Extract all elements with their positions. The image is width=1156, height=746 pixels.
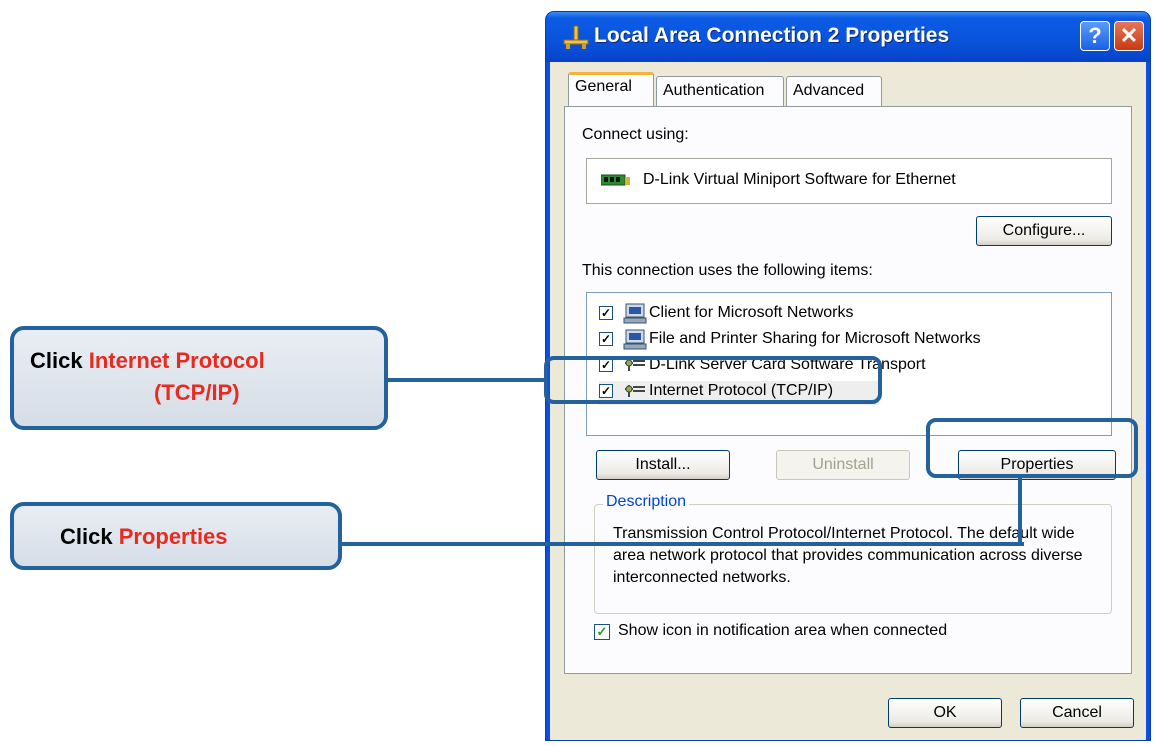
adapter-name: D-Link Virtual Miniport Software for Eth… <box>643 171 956 188</box>
properties-highlight <box>926 418 1138 478</box>
file-printer-sharing-icon <box>623 329 647 350</box>
tab-advanced[interactable]: Advanced <box>786 76 882 106</box>
items-label: This connection uses the following items… <box>582 262 873 279</box>
tab-authentication[interactable]: Authentication <box>656 76 784 106</box>
item-label: Client for Microsoft Networks <box>649 304 854 321</box>
callout-properties-accent: Properties <box>118 524 228 549</box>
show-icon-checkbox[interactable]: ✓ <box>594 624 610 640</box>
help-button[interactable]: ? <box>1080 21 1110 51</box>
description-group: Description Transmission Control Protoco… <box>594 493 1112 614</box>
description-legend: Description <box>603 493 690 511</box>
network-client-icon <box>623 303 647 324</box>
network-adapter-icon <box>601 174 630 186</box>
callout-tcpip-accent-1: Internet Protocol <box>88 348 265 373</box>
list-item[interactable]: ✓ Client for Microsoft Networks <box>599 303 1099 327</box>
network-connection-icon <box>563 25 589 49</box>
item-checkbox[interactable]: ✓ <box>599 306 613 320</box>
tcpip-highlight <box>544 356 882 404</box>
window-title: Local Area Connection 2 Properties <box>594 24 950 47</box>
cancel-button[interactable]: Cancel <box>1020 698 1134 728</box>
properties-connector-v <box>1018 476 1022 546</box>
connect-using-label: Connect using: <box>582 126 689 143</box>
item-checkbox[interactable]: ✓ <box>599 332 613 346</box>
uninstall-button: Uninstall <box>776 450 910 480</box>
close-button[interactable]: ✕ <box>1114 21 1144 51</box>
ok-button[interactable]: OK <box>888 698 1002 728</box>
list-item[interactable]: ✓ File and Printer Sharing for Microsoft… <box>599 329 1099 353</box>
tab-general[interactable]: General <box>568 72 654 106</box>
callout-properties: Click Properties <box>10 502 342 570</box>
show-icon-label: Show icon in notification area when conn… <box>618 622 948 639</box>
callout-properties-prefix: Click <box>60 524 119 549</box>
callout-tcpip-accent-2: (TCP/IP) <box>154 380 240 405</box>
tcpip-connector <box>386 378 546 382</box>
adapter-field: D-Link Virtual Miniport Software for Eth… <box>586 158 1112 204</box>
configure-button[interactable]: Configure... <box>976 216 1112 246</box>
title-bar[interactable]: Local Area Connection 2 Properties ? ✕ <box>546 12 1150 62</box>
callout-tcpip: Click Internet Protocol (TCP/IP) <box>10 326 388 430</box>
install-button[interactable]: Install... <box>596 450 730 480</box>
properties-connector-h <box>340 542 1024 546</box>
callout-tcpip-prefix: Click <box>30 348 89 373</box>
item-label: File and Printer Sharing for Microsoft N… <box>649 330 981 347</box>
